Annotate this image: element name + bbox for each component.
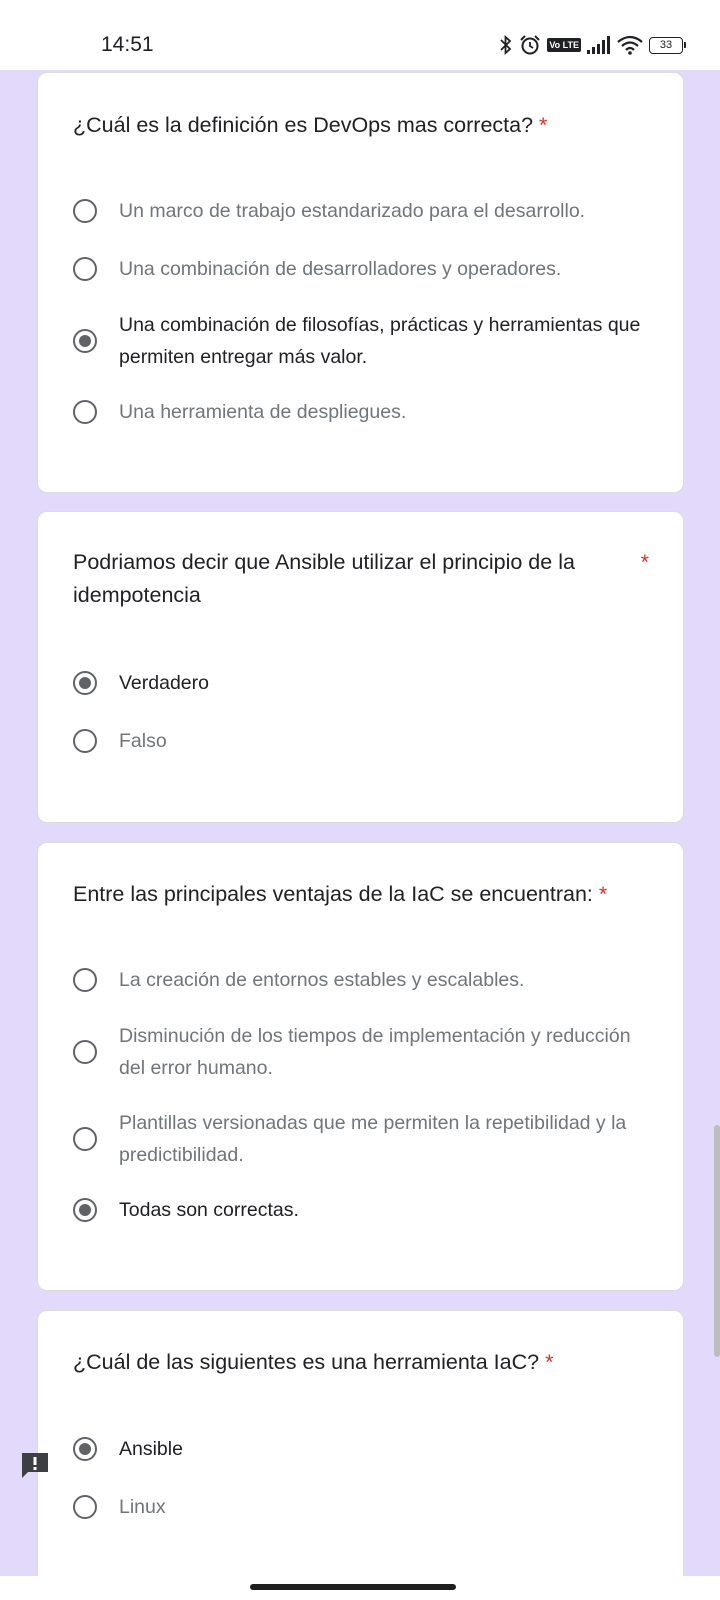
radio-option[interactable]: Una combinación de filosofías, prácticas… — [73, 309, 653, 373]
radio-button-selected[interactable] — [73, 329, 97, 353]
question-card-2: Podriamos decir que Ansible utilizar el … — [37, 511, 684, 823]
radio-button[interactable] — [73, 1040, 97, 1064]
battery-level: 33 — [649, 36, 683, 54]
required-asterisk: * — [545, 1350, 554, 1374]
required-asterisk: * — [640, 550, 649, 574]
radio-option[interactable]: Una herramienta de despliegues. — [73, 396, 653, 428]
radio-button[interactable] — [73, 257, 97, 281]
scrollbar[interactable] — [714, 1125, 720, 1357]
alarm-icon — [519, 34, 541, 56]
question-title: ¿Cuál es la definición es DevOps mas cor… — [73, 109, 649, 142]
radio-option[interactable]: Una combinación de desarrolladores y ope… — [73, 253, 653, 285]
status-icons: Vo LTE 33 — [499, 33, 686, 57]
radio-button[interactable] — [73, 400, 97, 424]
radio-option[interactable]: La creación de entornos estables y escal… — [73, 964, 653, 996]
radio-option[interactable]: Verdadero — [73, 667, 653, 699]
status-bar: 14:51 Vo LTE 33 — [0, 0, 720, 70]
question-card-4: ¿Cuál de las siguientes es una herramien… — [37, 1310, 684, 1576]
question-text: Entre las principales ventajas de la IaC… — [73, 882, 593, 906]
required-asterisk: * — [539, 113, 548, 137]
radio-button-selected[interactable] — [73, 1198, 97, 1222]
question-card-3: Entre las principales ventajas de la IaC… — [37, 842, 684, 1291]
radio-button[interactable] — [73, 1127, 97, 1151]
question-title: Entre las principales ventajas de la IaC… — [73, 878, 649, 911]
option-label: Todas son correctas. — [119, 1199, 299, 1221]
radio-option[interactable]: Ansible — [73, 1433, 653, 1465]
question-title: ¿Cuál de las siguientes es una herramien… — [73, 1346, 649, 1379]
question-text: ¿Cuál de las siguientes es una herramien… — [73, 1350, 540, 1374]
question-text: ¿Cuál es la definición es DevOps mas cor… — [73, 113, 534, 137]
radio-option[interactable]: Todas son correctas. — [73, 1194, 653, 1226]
status-time: 14:51 — [101, 33, 154, 56]
signal-icon — [587, 36, 611, 54]
bluetooth-icon — [499, 35, 513, 55]
radio-button-selected[interactable] — [73, 1437, 97, 1461]
option-label: Linux — [119, 1496, 166, 1518]
radio-option[interactable]: Disminución de los tiempos de implementa… — [73, 1020, 653, 1084]
volte-icon: Vo LTE — [547, 38, 581, 52]
radio-button[interactable] — [73, 199, 97, 223]
option-label: Un marco de trabajo estandarizado para e… — [119, 200, 586, 222]
option-label: Falso — [119, 730, 167, 752]
radio-option[interactable]: Falso — [73, 725, 653, 757]
option-label: Ansible — [119, 1438, 183, 1460]
radio-option[interactable]: Plantillas versionadas que me permiten l… — [73, 1107, 653, 1171]
radio-option[interactable]: Linux — [73, 1491, 653, 1523]
option-label: Una combinación de filosofías, prácticas… — [119, 314, 641, 368]
wifi-icon — [617, 35, 643, 55]
question-text: Podriamos decir que Ansible utilizar el … — [73, 550, 575, 607]
radio-option[interactable]: Un marco de trabajo estandarizado para e… — [73, 195, 653, 227]
option-label: Plantillas versionadas que me permiten l… — [119, 1112, 627, 1166]
radio-button[interactable] — [73, 729, 97, 753]
option-label: Verdadero — [119, 672, 209, 694]
battery-icon: 33 — [649, 36, 686, 54]
option-label: Disminución de los tiempos de implementa… — [119, 1025, 631, 1079]
radio-button[interactable] — [73, 1495, 97, 1519]
form-content[interactable]: ¿Cuál es la definición es DevOps mas cor… — [0, 70, 720, 1576]
option-label: Una combinación de desarrolladores y ope… — [119, 258, 562, 280]
feedback-icon[interactable] — [20, 1452, 50, 1479]
option-label: Una herramienta de despliegues. — [119, 401, 407, 423]
radio-button-selected[interactable] — [73, 671, 97, 695]
option-label: La creación de entornos estables y escal… — [119, 969, 525, 991]
radio-button[interactable] — [73, 968, 97, 992]
home-indicator[interactable] — [250, 1584, 456, 1590]
required-asterisk: * — [598, 882, 608, 906]
question-title: Podriamos decir que Ansible utilizar el … — [73, 546, 649, 612]
question-card-1: ¿Cuál es la definición es DevOps mas cor… — [37, 72, 684, 493]
